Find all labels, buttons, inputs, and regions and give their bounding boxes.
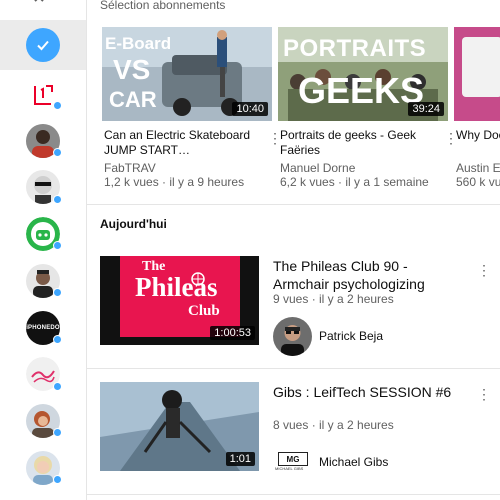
new-content-dot [53,241,62,250]
channel-name[interactable]: Patrick Beja [319,329,383,343]
new-content-dot [53,382,62,391]
subscriptions-feed: Sélection abonnements E-Board VS CAR 10:… [87,0,500,500]
thumb-text: E-Board [105,34,172,53]
video-duration: 10:40 [232,102,268,116]
selection-section-title: Sélection abonnements [100,0,226,12]
section-divider [87,368,500,369]
today-section-title: Aujourd'hui [100,217,167,231]
video-meta: 8 vues · il y a 2 heures [273,418,394,432]
video-row[interactable]: 1:01 Gibs : LeifTech SESSION #6 8 vues ·… [87,370,500,490]
video-title[interactable]: Can an Electric Skateboard JUMP START… [104,128,262,158]
thumb-text: GEEKS [298,70,425,111]
new-content-dot [53,475,62,484]
mg-logo: MG [278,452,308,466]
subscriptions-sidebar: iPHONEDO [0,0,87,500]
video-meta: 6,2 k vues · il y a 1 semaine [280,175,429,189]
video-meta: 1,2 k vues · il y a 9 heures [104,175,245,189]
channel-avatar[interactable]: MG MICHAEL GIBS [273,442,312,481]
video-thumbnail[interactable] [454,27,500,121]
new-content-dot [53,101,62,110]
channel-name[interactable]: Austin Ev [456,161,500,175]
video-title[interactable]: The Phileas Club 90 - Armchair psycholog… [273,257,463,293]
new-content-dot [53,335,62,344]
iphonedo-label: iPHONEDO [26,325,60,331]
more-options-icon[interactable]: ⋮ [477,263,491,277]
channel-name[interactable]: Manuel Dorne [280,161,355,175]
channel-name[interactable]: FabTRAV [104,161,156,175]
video-title[interactable]: Portraits de geeks - Geek Faëries [280,128,438,158]
new-content-dot [53,288,62,297]
thumb-text: PORTRAITS [283,35,427,62]
video-duration: 39:24 [408,102,444,116]
new-content-dot [53,195,62,204]
thumb-text: Phileas [135,272,218,302]
channel-name[interactable]: Michael Gibs [319,455,388,469]
section-divider [87,204,500,205]
video-meta: 560 k vue [456,175,500,189]
more-options-icon[interactable]: ⋮ [477,387,491,401]
video-thumbnail[interactable]: E-Board VS CAR 10:40 [102,27,272,121]
chevron-up-icon [33,0,45,10]
video-title[interactable]: Why Doe Air Exist [456,128,500,143]
video-duration: 1:00:53 [210,326,255,340]
video-title[interactable]: Gibs : LeifTech SESSION #6 [273,383,463,401]
thumb-text: CAR [109,87,157,112]
video-meta: 9 vues · il y a 2 heures [273,292,394,306]
scroll-up-button[interactable] [0,0,86,18]
thumb-text: Club [188,303,220,319]
checkmark-icon [26,28,60,62]
new-content-dot [53,428,62,437]
video-row[interactable]: The Phileas Club 1:00:53 The Phileas Clu… [87,246,500,366]
video-duration: 1:01 [225,452,255,466]
section-divider [87,494,500,495]
video-thumbnail[interactable]: PORTRAITS GEEKS 39:24 [278,27,448,121]
video-thumbnail[interactable]: 1:01 [100,382,259,471]
video-thumbnail[interactable]: The Phileas Club 1:00:53 [100,256,259,345]
thumb-text: VS [113,54,151,85]
channel-avatar[interactable] [273,317,312,356]
mg-logo-sub: MICHAEL GIBS [275,466,304,471]
new-content-dot [53,148,62,157]
